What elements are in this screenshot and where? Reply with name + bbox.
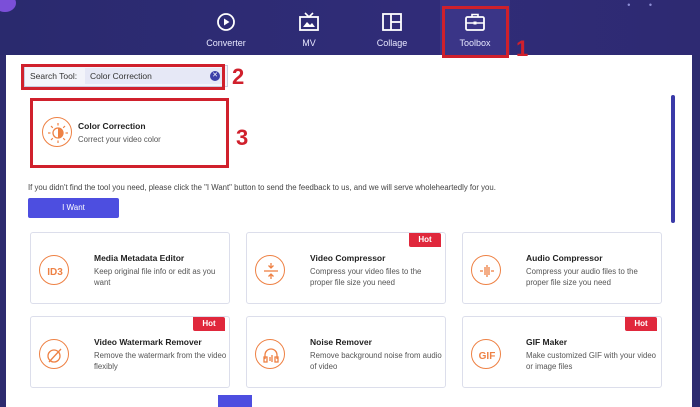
- svg-text:ID3: ID3: [47, 267, 63, 278]
- tool-card-noise-remover[interactable]: Noise Remover Remove background noise fr…: [246, 316, 446, 388]
- tab-mv-label: MV: [302, 38, 316, 48]
- mv-icon: [298, 12, 320, 37]
- result-title: Color Correction: [78, 121, 146, 131]
- tab-mv[interactable]: MV: [274, 0, 344, 55]
- hot-badge: Hot: [409, 233, 441, 247]
- app-logo: [0, 0, 16, 12]
- hot-badge: Hot: [625, 317, 657, 331]
- tab-converter[interactable]: Converter: [191, 0, 261, 55]
- tool-title: Video Watermark Remover: [94, 337, 202, 347]
- tool-card-video-compressor[interactable]: Hot Video Compressor Compress your video…: [246, 232, 446, 304]
- svg-text:GIF: GIF: [479, 351, 496, 362]
- tool-description: Remove the watermark from the video flex…: [94, 351, 227, 371]
- tool-card-gif-maker[interactable]: Hot GIF GIF Maker Make customized GIF wi…: [462, 316, 662, 388]
- noise-remover-icon: [255, 339, 285, 369]
- annotation-number-2: 2: [232, 64, 245, 89]
- gif-icon: GIF: [471, 339, 501, 369]
- next-row-hot-strip: [218, 395, 252, 407]
- watermark-remover-icon: [39, 339, 69, 369]
- search-tool-bar: Search Tool: ✕: [24, 65, 228, 87]
- color-correction-icon: [42, 117, 72, 147]
- tab-toolbox[interactable]: Toolbox: [440, 0, 510, 55]
- tool-description: Compress your video files to the proper …: [310, 267, 422, 287]
- tool-description: Make customized GIF with your video or i…: [526, 351, 656, 371]
- tab-toolbox-label: Toolbox: [459, 38, 491, 48]
- feedback-text: If you didn't find the tool you need, pl…: [28, 183, 496, 192]
- converter-icon: [216, 12, 236, 37]
- search-input[interactable]: [85, 68, 223, 84]
- annotation-number-1: 1: [516, 36, 529, 61]
- tab-converter-label: Converter: [206, 38, 246, 48]
- tab-collage[interactable]: Collage: [357, 0, 427, 55]
- video-compress-icon: [255, 255, 285, 285]
- tool-card-audio-compressor[interactable]: Audio Compressor Compress your audio fil…: [462, 232, 662, 304]
- tool-description: Keep original file info or edit as you w…: [94, 267, 216, 287]
- tool-card-video-watermark-remover[interactable]: Hot Video Watermark Remover Remove the w…: [30, 316, 230, 388]
- tool-card-media-metadata-editor[interactable]: ID3 Media Metadata Editor Keep original …: [30, 232, 230, 304]
- tool-title: Noise Remover: [310, 337, 372, 347]
- window-controls[interactable]: • •: [627, 0, 660, 10]
- toolbox-icon: [464, 12, 486, 37]
- tool-title: Media Metadata Editor: [94, 253, 185, 263]
- hot-badge: Hot: [193, 317, 225, 331]
- tool-title: GIF Maker: [526, 337, 568, 347]
- result-card-color-correction[interactable]: Color Correction Correct your video colo…: [36, 101, 230, 163]
- toolbox-panel: Search Tool: ✕ Color Correction Correct …: [6, 55, 692, 407]
- i-want-button[interactable]: I Want: [28, 198, 119, 218]
- audio-compress-icon: [471, 255, 501, 285]
- tool-description: Remove background noise from audio of vi…: [310, 351, 442, 371]
- scrollbar[interactable]: [671, 95, 675, 223]
- annotation-number-3: 3: [236, 125, 249, 150]
- tool-description: Compress your audio files to the proper …: [526, 267, 638, 287]
- top-navigation-bar: • • Converter MV Collage Toolbox: [0, 0, 700, 55]
- tool-title: Audio Compressor: [526, 253, 603, 263]
- collage-icon: [381, 12, 403, 37]
- tool-title: Video Compressor: [310, 253, 386, 263]
- search-label: Search Tool:: [30, 71, 78, 81]
- result-description: Correct your video color: [78, 135, 161, 144]
- tab-collage-label: Collage: [376, 38, 408, 48]
- clear-search-icon[interactable]: ✕: [210, 71, 220, 81]
- id3-icon: ID3: [39, 255, 69, 285]
